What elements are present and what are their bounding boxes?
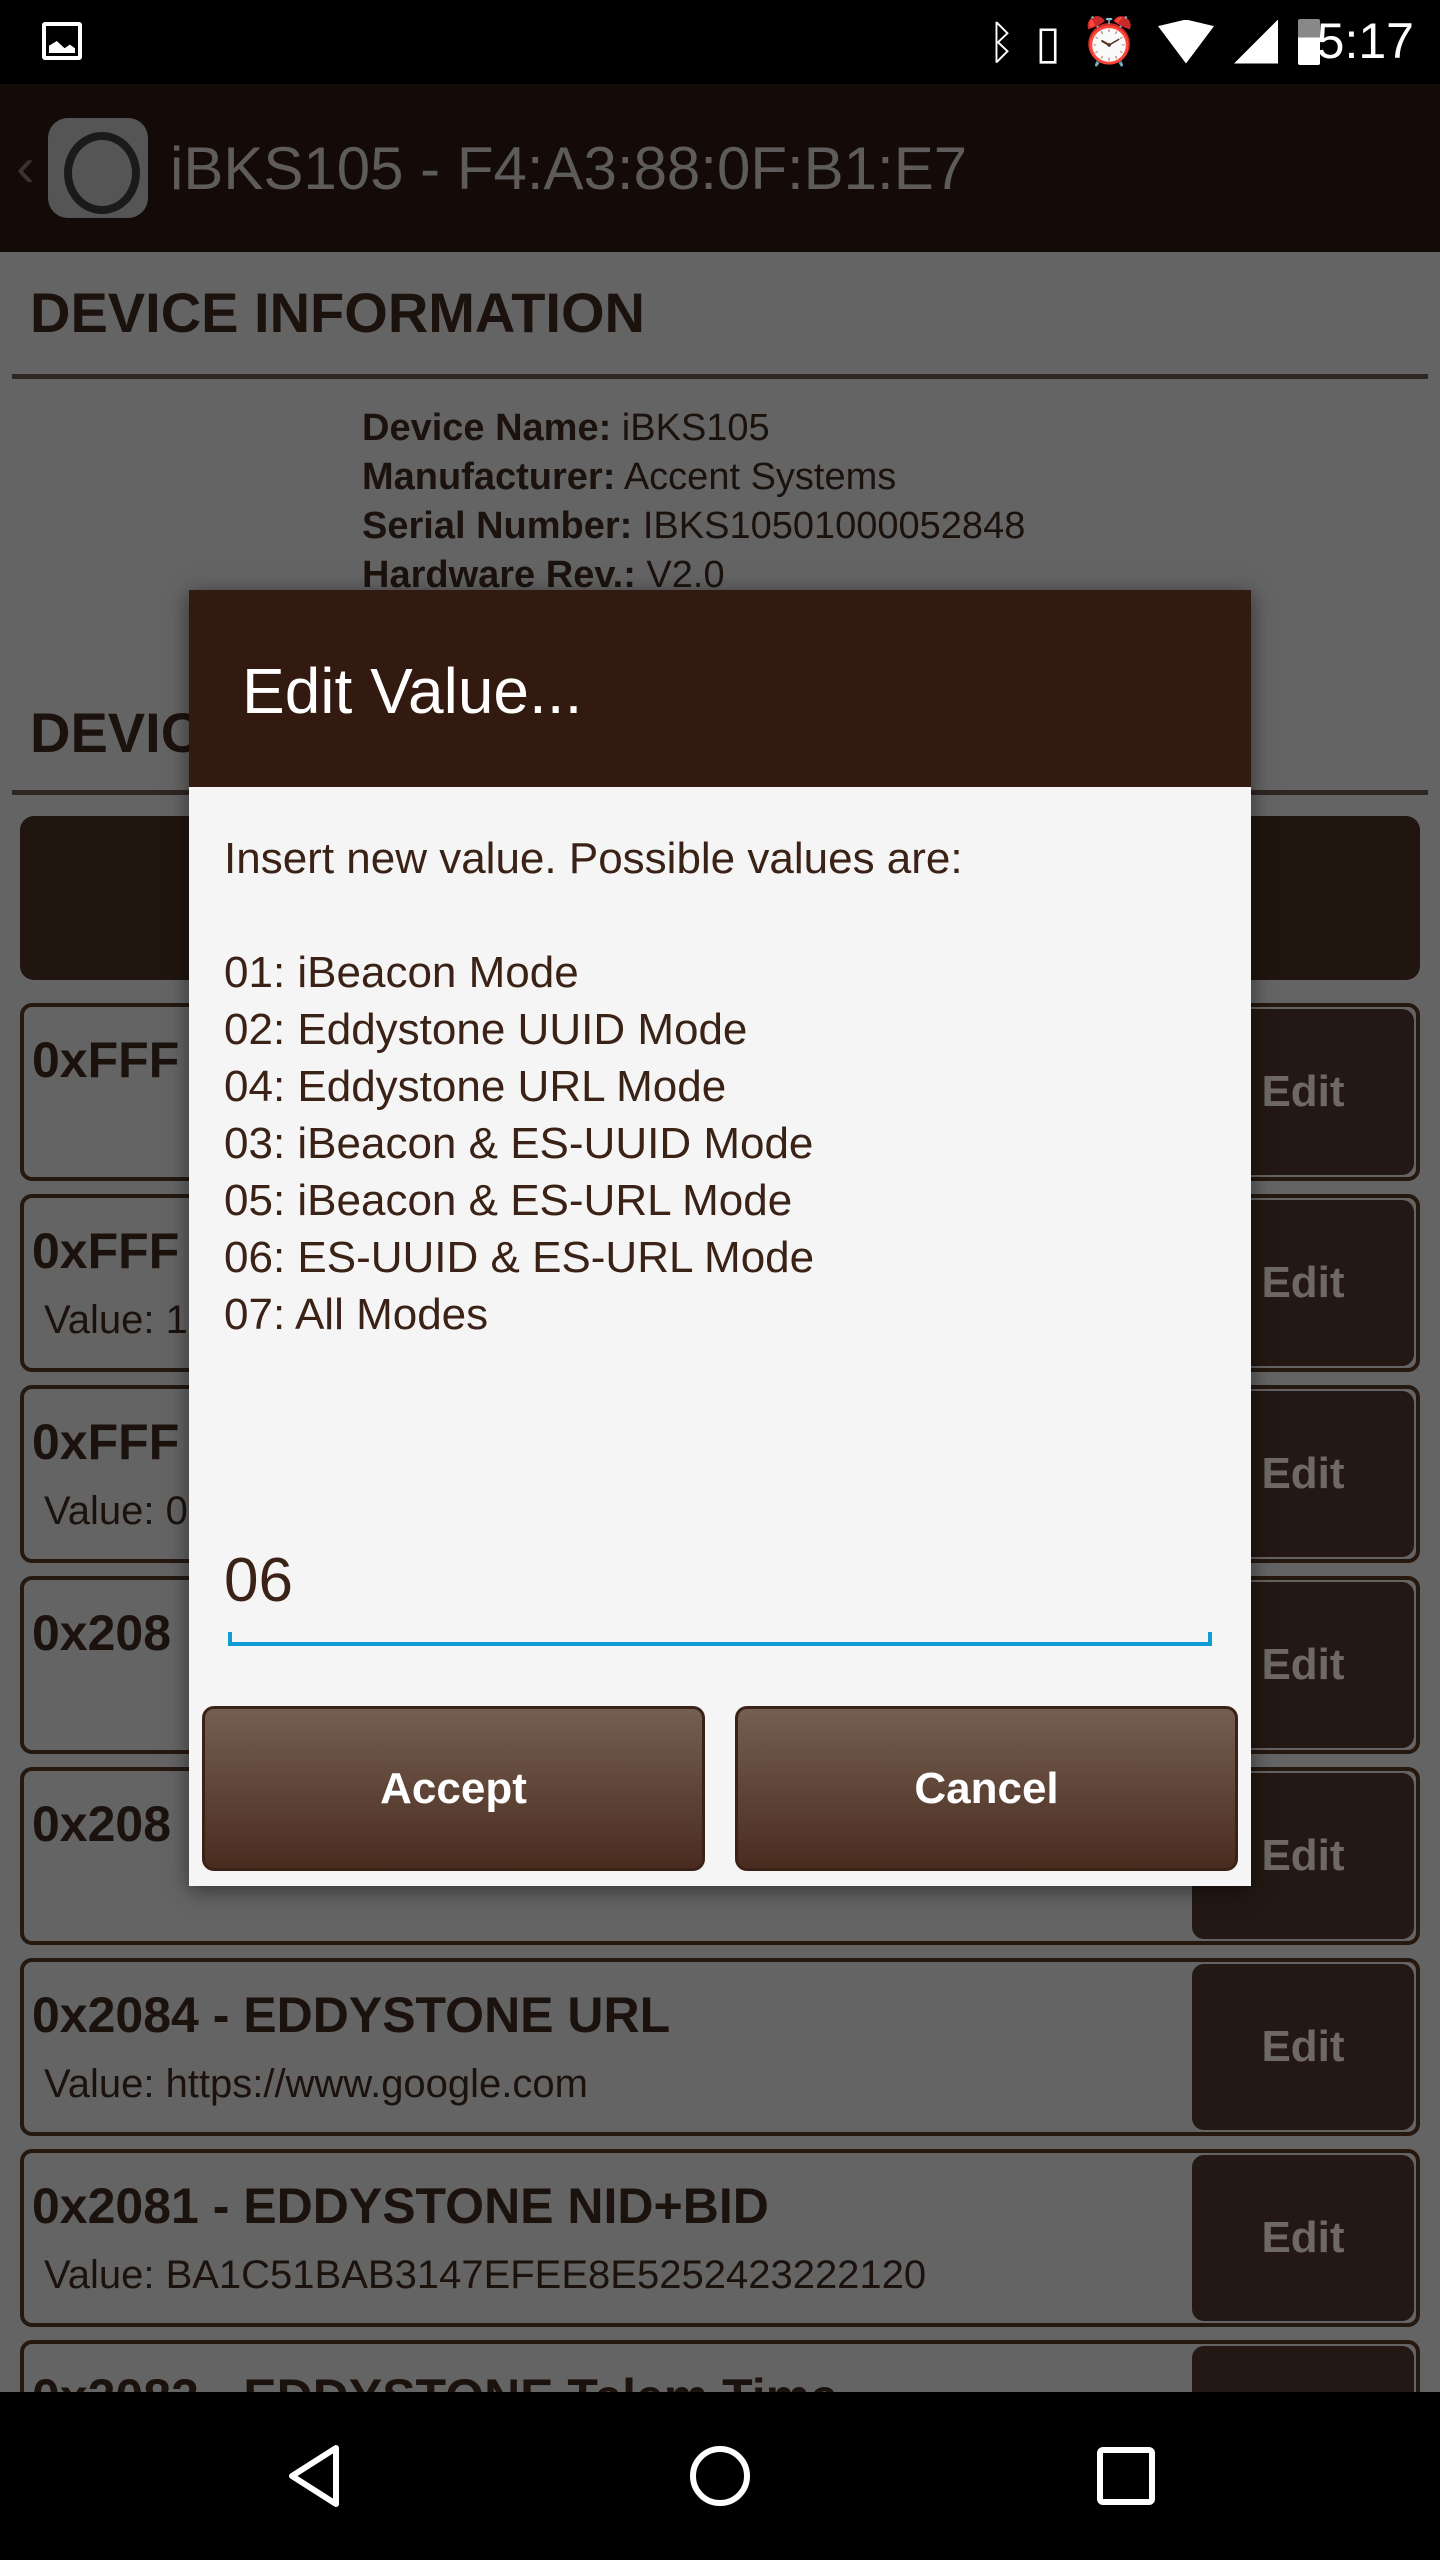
device-information-heading: DEVICE INFORMATION	[30, 281, 645, 344]
row-title: 0x208	[32, 1605, 172, 1661]
row-value: Value: 1	[44, 1298, 188, 1342]
home-nav-icon[interactable]	[690, 2444, 750, 2508]
clock: 5:17	[1316, 13, 1414, 69]
app-logo-icon[interactable]	[48, 118, 148, 218]
serial-number-field: Serial Number: IBKS10501000052848	[362, 505, 1026, 547]
value-input[interactable]	[224, 1515, 1214, 1645]
row-title: 0x2084 - EDDYSTONE URL	[32, 1987, 671, 2043]
back-nav-icon[interactable]	[284, 2444, 344, 2508]
cancel-button[interactable]: Cancel	[735, 1706, 1238, 1871]
row-value: Value: BA1C51BAB3147EFEE8E5252423222120	[44, 2253, 927, 2297]
bluetooth-icon: ᛒ	[987, 15, 1016, 68]
accept-button[interactable]: Accept	[202, 1706, 705, 1871]
manufacturer-field: Manufacturer: Accent Systems	[362, 456, 897, 498]
row-title: 0xFFF	[32, 1414, 180, 1470]
vibrate-icon: ▯	[1035, 15, 1061, 68]
divider	[12, 374, 1428, 379]
section-heading: DEVIC	[30, 701, 202, 764]
device-info: Device Name: iBKS105 Manufacturer: Accen…	[362, 404, 1025, 600]
signal-icon	[1234, 19, 1278, 64]
input-underline	[228, 1632, 1212, 1646]
device-name-field: Device Name: iBKS105	[362, 407, 770, 449]
recents-nav-icon[interactable]	[1096, 2444, 1156, 2508]
dialog-message: Insert new value. Possible values are: 0…	[224, 834, 963, 1339]
wifi-icon	[1158, 19, 1214, 64]
alarm-icon: ⏰	[1080, 15, 1138, 67]
dialog-title: Edit Value...	[189, 590, 1251, 787]
navigation-bar	[0, 2392, 1440, 2560]
row-value: Value: 0	[44, 1489, 188, 1533]
edit-value-dialog: Edit Value... Insert new value. Possible…	[189, 590, 1251, 1886]
row-value: Value: https://www.google.com	[44, 2062, 588, 2106]
characteristic-row: 0x2084 - EDDYSTONE URL Value: https://ww…	[20, 1958, 1420, 2136]
row-title: 0xFFF	[32, 1032, 180, 1088]
edit-button[interactable]: Edit	[1192, 1964, 1414, 2130]
app-title: iBKS105 - F4:A3:88:0F:B1:E7	[170, 135, 968, 202]
characteristic-row: 0x2081 - EDDYSTONE NID+BID Value: BA1C51…	[20, 2149, 1420, 2327]
row-title: 0xFFF	[32, 1223, 180, 1279]
edit-button[interactable]: Edit	[1192, 2155, 1414, 2321]
app-bar: ‹ iBKS105 - F4:A3:88:0F:B1:E7	[0, 84, 1440, 252]
row-title: 0x2081 - EDDYSTONE NID+BID	[32, 2178, 769, 2234]
status-bar: ᛒ ▯ ⏰ 5:17	[0, 0, 1440, 84]
row-title: 0x208	[32, 1796, 172, 1852]
back-icon[interactable]: ‹	[16, 134, 35, 199]
image-icon	[42, 22, 82, 60]
